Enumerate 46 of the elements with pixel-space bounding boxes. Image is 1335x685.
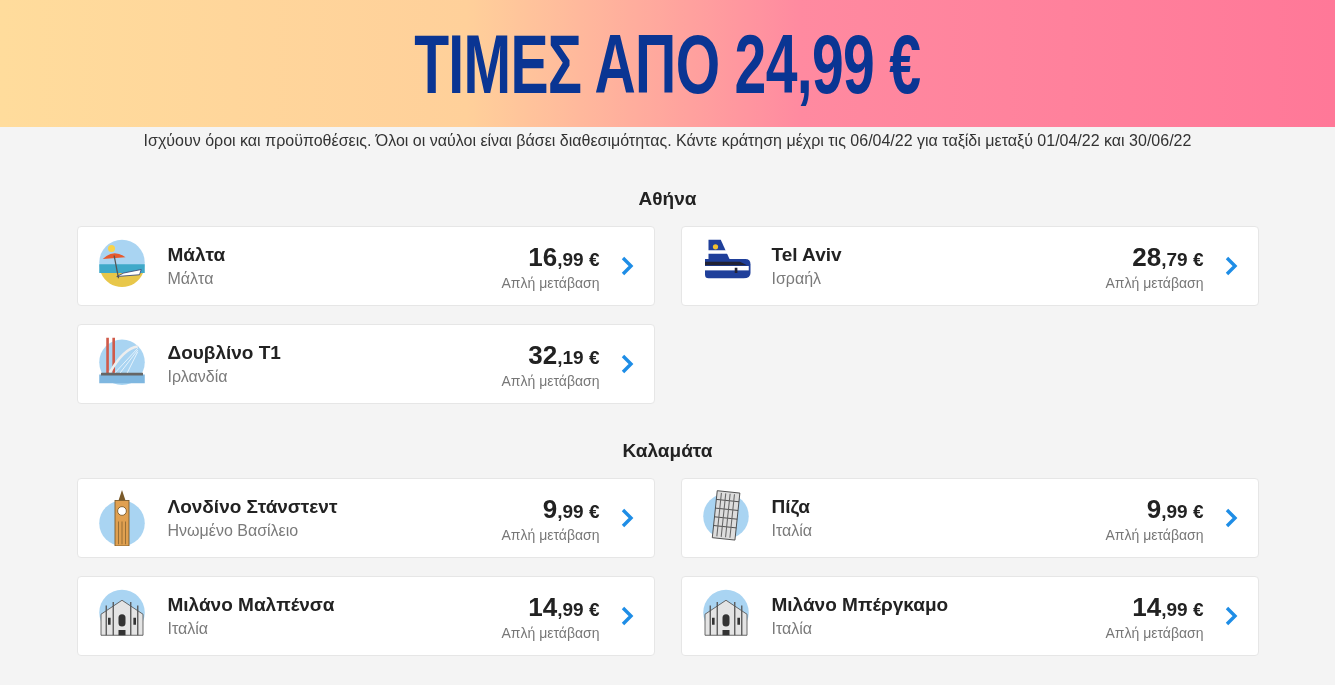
chevron-right-icon (619, 353, 634, 375)
chevron-right-icon (1223, 255, 1238, 277)
fare-type: Απλή μετάβαση (1105, 624, 1204, 641)
price: 14,99 € (1132, 591, 1204, 623)
chevron-right-icon (1223, 605, 1238, 627)
city-name: Πίζα (771, 496, 811, 518)
destination-card[interactable]: Tel Aviv Ισραήλ 28,79 € Απλή μετάβαση (680, 226, 1259, 306)
section-heading: Αθήνα (637, 187, 698, 211)
country-name: Ιταλία (771, 620, 814, 638)
country-name: Ιρλανδία (167, 368, 229, 386)
terms-text: Ισχύουν όροι και προϋποθέσεις. Όλοι οι ναύλοι είναι βάσει διαθεσιμότητας. Κάντε κράτηση μέχρι τις 06/04/22 για ταξίδι μεταξύ 01/04/22 και 30/06/22 (142, 132, 1193, 150)
city-name: Δουβλίνο T1 (167, 342, 282, 364)
price: 16,99 € (528, 241, 600, 273)
fare-type: Απλή μετάβαση (501, 274, 600, 291)
fare-type: Απλή μετάβαση (1105, 274, 1204, 291)
chevron-right-icon (619, 605, 634, 627)
destination-card[interactable]: Δουβλίνο T1 Ιρλανδία 32,19 € Απλή μετάβαση (76, 324, 655, 404)
price: 9,99 € (542, 493, 600, 525)
price: 9,99 € (1146, 493, 1204, 525)
country-name: Ιταλία (167, 620, 210, 638)
headline: ΤΙΜΕΣ ΑΠΟ 24,99 € (414, 21, 921, 106)
fare-type: Απλή μετάβαση (501, 624, 600, 641)
city-name: Λονδίνο Στάνστεντ (167, 496, 339, 518)
chevron-right-icon (619, 507, 634, 529)
chevron-right-icon (1223, 507, 1238, 529)
country-name: Μάλτα (167, 270, 215, 288)
city-name: Tel Aviv (771, 244, 843, 266)
chevron-right-icon (619, 255, 634, 277)
destination-card[interactable]: Μιλάνο Μπέργκαμο Ιταλία 14,99 € Απλή μετάβαση (680, 576, 1259, 656)
price: 32,19 € (528, 339, 600, 371)
city-name: Μιλάνο Μαλπένσα (167, 594, 336, 616)
city-name: Μάλτα (167, 244, 227, 266)
destination-card[interactable]: Πίζα Ιταλία 9,99 € Απλή μετάβαση (680, 478, 1259, 558)
city-name: Μιλάνο Μπέργκαμο (771, 594, 950, 616)
destination-card[interactable]: Λονδίνο Στάνστεντ Ηνωμένο Βασίλειο 9,99 € Απλή μετάβαση (76, 478, 655, 558)
price: 28,79 € (1132, 241, 1204, 273)
country-name: Ισραήλ (771, 270, 823, 288)
country-name: Ιταλία (771, 522, 814, 540)
country-name: Ηνωμένο Βασίλειο (167, 522, 300, 540)
price: 14,99 € (528, 591, 600, 623)
destination-card[interactable]: Μάλτα Μάλτα 16,99 € Απλή μετάβαση (76, 226, 655, 306)
destination-card[interactable]: Μιλάνο Μαλπένσα Ιταλία 14,99 € Απλή μετάβαση (76, 576, 655, 656)
fare-type: Απλή μετάβαση (501, 526, 600, 543)
fare-type: Απλή μετάβαση (1105, 526, 1204, 543)
section-heading: Καλαμάτα (621, 439, 714, 463)
fare-type: Απλή μετάβαση (501, 372, 600, 389)
